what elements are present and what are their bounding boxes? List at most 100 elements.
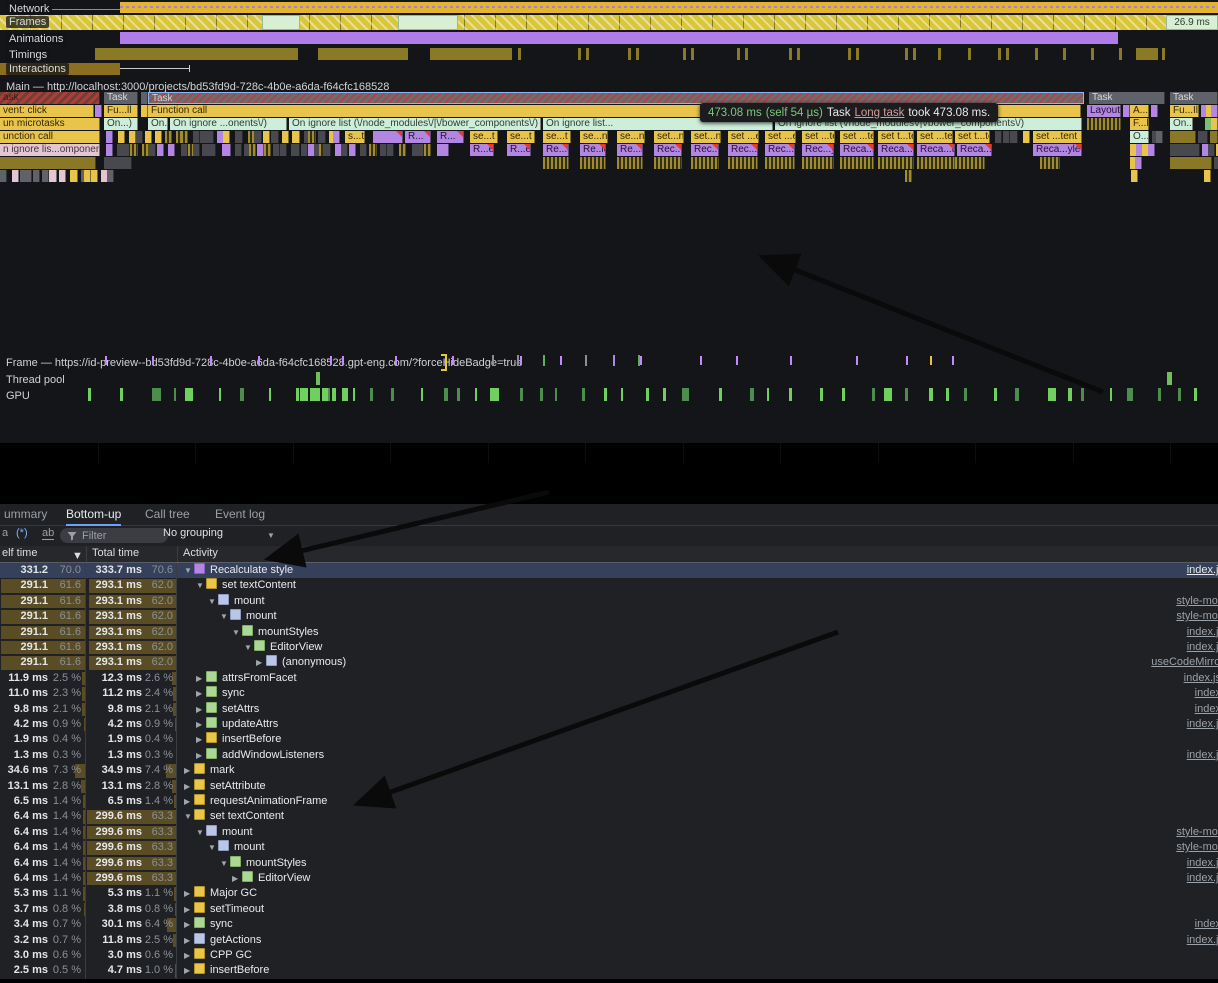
table-row[interactable]: 291.1 ms61.6 %293.1 ms62.0 %▼mountStyles… [0,625,1218,640]
flame-block[interactable] [840,157,874,169]
activity-label[interactable]: mount [246,610,277,622]
flame-block-re[interactable]: R...e [507,144,531,156]
table-row[interactable]: 291.1 ms61.6 %293.1 ms62.0 %▼mountstyle-… [0,594,1218,609]
expand-icon[interactable]: ▶ [184,763,194,778]
flame-block[interactable] [580,157,606,169]
flame-block[interactable] [1156,131,1163,143]
flame-block[interactable] [223,131,230,143]
flame-block[interactable] [1010,131,1017,143]
flame-block[interactable] [349,144,356,156]
flame-block[interactable] [273,144,280,156]
flame-block[interactable] [95,105,102,117]
flame-block-r[interactable]: R... [405,131,431,143]
flame-block[interactable] [1123,105,1130,117]
source-link[interactable]: index.js [1187,640,1218,655]
table-row[interactable]: 331.2 ms70.0 %333.7 ms70.6 %▼Recalculate… [0,563,1218,578]
flame-block[interactable] [33,170,40,182]
flame-block-settent[interactable]: set ...tent [840,131,874,143]
flame-block-r[interactable]: R... [437,131,464,143]
flame-block[interactable] [208,144,217,156]
table-row[interactable]: 6.4 ms1.4 %299.6 ms63.3 %▶EditorViewinde… [0,871,1218,886]
flame-block[interactable] [193,144,200,156]
flame-block[interactable] [1151,105,1158,117]
flame-block[interactable] [106,131,113,143]
flame-block[interactable] [1214,157,1218,169]
flame-block-set[interactable]: se...t [507,131,535,143]
source-link[interactable]: index. [1195,686,1218,701]
table-row[interactable]: 6.4 ms1.4 %299.6 ms63.3 %▼mountStylesind… [0,856,1218,871]
flame-block[interactable] [728,157,758,169]
expand-icon[interactable]: ▶ [184,948,194,963]
flame-block[interactable] [308,131,316,143]
collapse-icon[interactable]: ▼ [244,640,254,655]
flame-block[interactable] [168,144,175,156]
flame-block[interactable] [280,144,287,156]
flame-block-on[interactable]: On...) [1170,118,1193,130]
flame-block-recatyle[interactable]: Reca...tyle [917,144,955,156]
thread-pool-label[interactable]: Thread pool [6,374,65,386]
flame-block-settent[interactable]: set ...tent [802,131,835,143]
flame-block[interactable] [118,131,125,143]
table-row[interactable]: 291.1 ms61.6 %293.1 ms62.0 %▼mountstyle-… [0,609,1218,624]
flame-block[interactable] [206,131,213,143]
expand-icon[interactable]: ▶ [184,886,194,901]
source-link[interactable]: index.js [1187,625,1218,640]
flame-block[interactable] [70,170,78,182]
flame-block-a[interactable]: A... [1130,105,1149,117]
activity-label[interactable]: mark [210,764,234,776]
flame-block-st[interactable]: s...t [345,131,365,143]
source-link[interactable]: index.js [1187,871,1218,886]
expand-icon[interactable]: ▶ [196,748,206,763]
activity-label[interactable]: Recalculate style [210,564,293,576]
flame-block-recle[interactable]: Rec..le [654,144,682,156]
table-row[interactable]: 4.2 ms0.9 %4.2 ms0.9 %▶updateAttrsindex.… [0,717,1218,732]
flame-block[interactable] [373,131,403,143]
tab-call-tree[interactable]: Call tree [145,504,190,524]
collapse-icon[interactable]: ▼ [208,594,218,609]
table-row[interactable]: 1.3 ms0.3 %1.3 ms0.3 %▶addWindowListener… [0,748,1218,763]
flame-block[interactable] [301,144,308,156]
flame-block[interactable] [181,144,188,156]
activity-label[interactable]: requestAnimationFrame [210,795,327,807]
gpu-label[interactable]: GPU [6,390,30,402]
flame-block-setttent[interactable]: set t...tent [955,131,990,143]
flame-block[interactable] [765,157,795,169]
flame-block-recyle[interactable]: Rec...yle [802,144,834,156]
grouping-select[interactable]: No grouping [163,527,223,539]
activity-label[interactable]: EditorView [258,872,310,884]
activity-label[interactable]: sync [210,918,233,930]
table-row[interactable]: 3.2 ms0.7 %11.8 ms2.5 %▶getActionsindex.… [0,933,1218,948]
table-row[interactable]: 9.8 ms2.1 %9.8 ms2.1 %▶setAttrsindex, [0,702,1218,717]
flame-block[interactable] [387,144,394,156]
flame-block[interactable] [130,144,139,156]
flame-block-o[interactable]: O... [1130,131,1149,143]
flame-block[interactable] [282,131,289,143]
flame-block[interactable] [323,144,331,156]
activity-label[interactable]: mount [222,826,253,838]
table-row[interactable]: 6.4 ms1.4 %299.6 ms63.3 %▼set textConten… [0,809,1218,824]
source-link[interactable]: index.js [1187,856,1218,871]
collapse-icon[interactable]: ▼ [184,563,194,578]
source-link[interactable]: index. [1195,917,1218,932]
flame-block[interactable] [254,131,262,143]
flame-block-setnt[interactable]: set...nt [654,131,684,143]
activity-header[interactable]: Activity [183,547,218,559]
expand-icon[interactable]: ▶ [196,686,206,701]
flame-block-setnt[interactable]: set...nt [691,131,721,143]
tab-bottom-up[interactable]: Bottom-up [66,504,121,526]
flame-block-re[interactable]: R...e [470,144,494,156]
flame-block[interactable] [905,170,912,182]
activity-label[interactable]: insertBefore [222,733,281,745]
flame-block-unmicrotasks[interactable]: un microtasks [0,118,100,130]
flame-block[interactable] [617,157,643,169]
flame-block[interactable] [1211,118,1218,130]
flame-block[interactable] [955,157,985,169]
flame-block-task[interactable]: Task [1170,92,1218,104]
activity-label[interactable]: setAttrs [222,703,259,715]
flame-block-rele[interactable]: Re...le [617,144,643,156]
flame-block[interactable] [0,157,96,169]
table-row[interactable]: 11.0 ms2.3 %11.2 ms2.4 %▶syncindex. [0,686,1218,701]
activity-label[interactable]: mount [234,595,265,607]
flame-block[interactable] [654,157,682,169]
source-link[interactable]: index.js [1187,717,1218,732]
